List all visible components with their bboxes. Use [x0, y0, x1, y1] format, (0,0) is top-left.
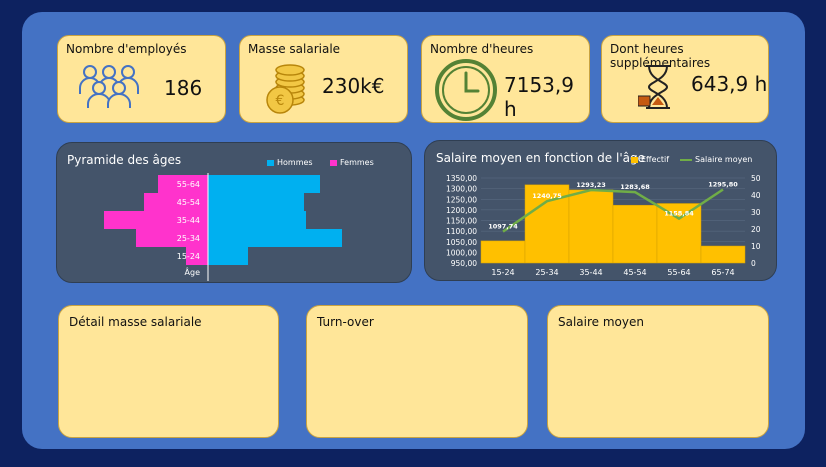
kpi-payroll: Masse salariale € 230k€ — [239, 35, 408, 123]
people-icon — [79, 65, 139, 108]
pyramid-axis-label: Âge — [185, 266, 201, 277]
salary-right-tick: 10 — [751, 242, 761, 251]
card-avg-salary: Salaire moyen — [547, 305, 769, 438]
salary-left-tick: 1100,00 — [446, 227, 477, 236]
pyramid-bar-hommes — [208, 175, 320, 193]
card-turnover: Turn-over — [306, 305, 528, 438]
salary-left-tick: 1000,00 — [446, 248, 477, 257]
salary-x-tick: 65-74 — [711, 268, 734, 277]
salary-data-label: 1240,75 — [532, 192, 562, 200]
pyramid-tick-label: 35-44 — [177, 216, 200, 225]
salary-data-label: 1097,74 — [488, 223, 518, 231]
kpi-employees-title: Nombre d'employés — [66, 42, 187, 56]
salary-data-label: 1158,84 — [664, 210, 694, 218]
pyramid-bar-hommes — [208, 247, 248, 265]
kpi-hours: Nombre d'heures 7153,9 h — [421, 35, 590, 123]
coins-icon: € — [266, 64, 305, 114]
salary-right-tick: 20 — [751, 225, 761, 234]
salary-x-tick: 55-64 — [667, 268, 690, 277]
pyramid-bar-hommes — [208, 193, 304, 211]
salary-left-tick: 1250,00 — [446, 195, 477, 204]
pyramid-tick-label: 25-34 — [177, 234, 200, 243]
salary-data-label: 1295,80 — [708, 181, 738, 189]
pyramid-bar-hommes — [208, 211, 306, 229]
salary-left-tick: 1150,00 — [446, 217, 477, 226]
card-payroll-detail-title: Détail masse salariale — [69, 315, 202, 329]
card-payroll-detail: Détail masse salariale — [58, 305, 279, 438]
kpi-overtime-value: 643,9 h — [691, 72, 768, 96]
salary-left-tick: 1200,00 — [446, 206, 477, 215]
kpi-payroll-title: Masse salariale — [248, 42, 341, 56]
pyramid-bar-hommes — [208, 229, 342, 247]
kpi-hours-value: 7153,9 h — [504, 73, 574, 121]
salary-right-tick: 50 — [751, 174, 761, 183]
salary-chart: 950,00 1000,001050,00 1100,001150,00 1200,0… — [446, 174, 761, 277]
salary-age-panel: Salaire moyen en fonction de l'âge Effec… — [424, 140, 777, 281]
pyramid-tick-label: 55-64 — [177, 180, 200, 189]
salary-x-tick: 25-34 — [535, 268, 558, 277]
salary-left-tick: 950,00 — [451, 259, 477, 268]
salary-right-tick: 30 — [751, 208, 761, 217]
card-avg-salary-title: Salaire moyen — [558, 315, 644, 329]
pyramid-chart: 15-24 25-34 35-44 45-54 55-64 Âge — [104, 173, 342, 281]
kpi-overtime: Dont heures supplémentaires 643,9 h — [601, 35, 769, 123]
kpi-employees: Nombre d'employés 186 — [57, 35, 226, 123]
effectif-bar — [480, 240, 526, 264]
salary-right-tick: 0 — [751, 259, 756, 268]
kpi-overtime-title: Dont heures supplémentaires — [610, 42, 711, 70]
salary-left-tick: 1350,00 — [446, 174, 477, 183]
clock-icon — [435, 59, 497, 121]
hourglass-icon — [638, 65, 670, 109]
pyramid-tick-label: 45-54 — [177, 198, 200, 207]
kpi-employees-value: 186 — [164, 76, 203, 100]
salary-x-tick: 35-44 — [579, 268, 602, 277]
effectif-bar — [612, 204, 658, 264]
effectif-bar — [700, 245, 746, 264]
kpi-hours-title: Nombre d'heures — [430, 42, 534, 56]
salary-left-tick: 1300,00 — [446, 185, 477, 194]
svg-text:€: € — [276, 93, 285, 109]
pyramid-tick-label: 15-24 — [177, 252, 200, 261]
salary-x-tick: 45-54 — [623, 268, 646, 277]
age-pyramid-panel: Pyramide des âges Hommes Femmes 15-24 25-… — [56, 142, 412, 283]
card-turnover-title: Turn-over — [317, 315, 374, 329]
kpi-payroll-value: 230k€ — [322, 74, 385, 98]
salary-right-tick: 40 — [751, 191, 761, 200]
effectif-bar — [568, 189, 614, 264]
salary-data-label: 1293,23 — [576, 181, 606, 189]
salary-x-tick: 15-24 — [491, 268, 514, 277]
salary-left-tick: 1050,00 — [446, 238, 477, 247]
salary-data-label: 1283,68 — [620, 183, 650, 191]
